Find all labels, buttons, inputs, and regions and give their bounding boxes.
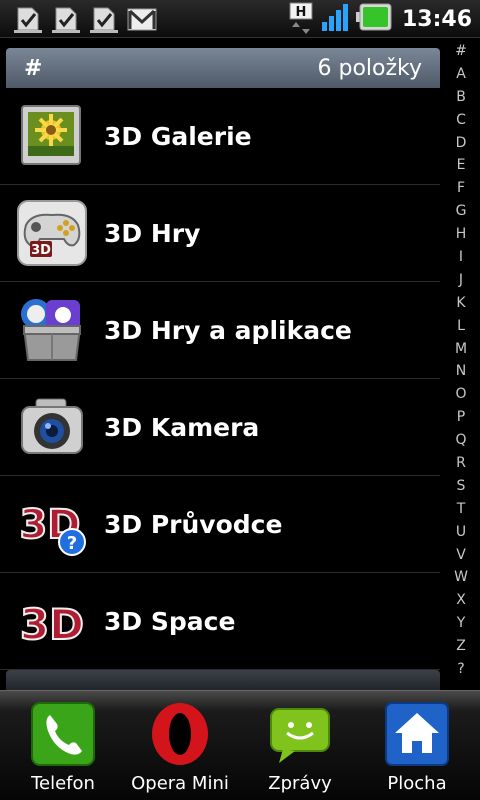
dock-label: Opera Mini bbox=[131, 773, 229, 794]
alphabet-index-letter[interactable]: K bbox=[446, 292, 476, 315]
alphabet-index-letter[interactable]: X bbox=[446, 589, 476, 612]
app-item-3d-kamera[interactable]: 3D Kamera bbox=[0, 379, 440, 476]
task-done-icon bbox=[88, 4, 120, 34]
alphabet-index-letter[interactable]: L bbox=[446, 315, 476, 338]
svg-text:?: ? bbox=[67, 533, 77, 554]
3d-help-icon: 3D ? bbox=[16, 488, 88, 560]
dock-label: Telefon bbox=[31, 773, 95, 794]
alphabet-index-letter[interactable]: C bbox=[446, 109, 476, 132]
alphabet-index-letter[interactable]: # bbox=[446, 40, 476, 63]
3d-logo-icon: 3D bbox=[16, 585, 88, 657]
network-type-label: H bbox=[296, 5, 307, 20]
app-label: 3D Hry bbox=[104, 218, 201, 248]
gmail-icon bbox=[126, 4, 158, 34]
app-label: 3D Průvodce bbox=[104, 509, 283, 539]
dock-label: Plocha bbox=[387, 773, 447, 794]
item-count: 6 položky bbox=[317, 55, 422, 81]
dock-item-opera-mini[interactable]: Opera Mini bbox=[125, 701, 235, 794]
alphabet-index-letter[interactable]: U bbox=[446, 521, 476, 544]
alphabet-index-letter[interactable]: T bbox=[446, 498, 476, 521]
app-item-3d-space[interactable]: 3D 3D Space bbox=[0, 573, 440, 670]
alphabet-index-letter[interactable]: P bbox=[446, 406, 476, 429]
app-label: 3D Galerie bbox=[104, 121, 252, 151]
next-section-header bbox=[6, 670, 440, 690]
alphabet-index-letter[interactable]: B bbox=[446, 86, 476, 109]
app-store-box-icon bbox=[16, 294, 88, 366]
app-list[interactable]: 3D Galerie 3D 3D Hry 3D Hry a aplikace 3… bbox=[0, 88, 440, 670]
dock-item-plocha[interactable]: Plocha bbox=[362, 701, 472, 794]
alphabet-index-letter[interactable]: J bbox=[446, 269, 476, 292]
app-item-3d-hry-a-aplikace[interactable]: 3D Hry a aplikace bbox=[0, 282, 440, 379]
alphabet-index-letter[interactable]: O bbox=[446, 383, 476, 406]
svg-text:3D: 3D bbox=[31, 243, 51, 258]
app-label: 3D Kamera bbox=[104, 412, 260, 442]
clock: 13:46 bbox=[401, 6, 472, 32]
section-letter: # bbox=[24, 55, 43, 81]
app-label: 3D Hry a aplikace bbox=[104, 315, 352, 345]
alphabet-index-letter[interactable]: R bbox=[446, 452, 476, 475]
alphabet-index-letter[interactable]: W bbox=[446, 566, 476, 589]
alphabet-index-letter[interactable]: V bbox=[446, 544, 476, 567]
dock-item-telefon[interactable]: Telefon bbox=[8, 701, 118, 794]
phone-icon bbox=[30, 701, 96, 767]
camera-icon bbox=[16, 391, 88, 463]
status-bar[interactable]: H 13:46 bbox=[0, 0, 480, 38]
alphabet-index-letter[interactable]: E bbox=[446, 154, 476, 177]
signal-strength-icon bbox=[320, 2, 350, 36]
alphabet-index-letter[interactable]: S bbox=[446, 475, 476, 498]
app-item-3d-pruvodce[interactable]: 3D ? 3D Průvodce bbox=[0, 476, 440, 573]
gamepad-icon: 3D bbox=[16, 197, 88, 269]
dock-item-zpravy[interactable]: Zprávy bbox=[245, 701, 355, 794]
section-header: # 6 položky bbox=[6, 48, 440, 88]
alphabet-index-letter[interactable]: H bbox=[446, 223, 476, 246]
opera-icon bbox=[147, 701, 213, 767]
gallery-icon bbox=[16, 100, 88, 172]
alphabet-index-letter[interactable]: Z bbox=[446, 635, 476, 658]
alphabet-index-letter[interactable]: N bbox=[446, 360, 476, 383]
alphabet-index-letter[interactable]: Y bbox=[446, 612, 476, 635]
alphabet-index-letter[interactable]: M bbox=[446, 338, 476, 361]
hspa-data-icon: H bbox=[288, 2, 314, 36]
dock-label: Zprávy bbox=[268, 773, 332, 794]
alphabet-index-letter[interactable]: D bbox=[446, 132, 476, 155]
battery-icon bbox=[355, 2, 392, 36]
alphabet-index-letter[interactable]: G bbox=[446, 200, 476, 223]
alphabet-index-letter[interactable]: A bbox=[446, 63, 476, 86]
alphabet-index-letter[interactable]: ? bbox=[446, 658, 476, 681]
alphabet-index-letter[interactable]: F bbox=[446, 177, 476, 200]
home-icon bbox=[384, 701, 450, 767]
messages-icon bbox=[267, 701, 333, 767]
app-item-3d-hry[interactable]: 3D 3D Hry bbox=[0, 185, 440, 282]
alphabet-index-letter[interactable]: Q bbox=[446, 429, 476, 452]
task-done-icon bbox=[12, 4, 44, 34]
app-label: 3D Space bbox=[104, 606, 236, 636]
dock: Telefon Opera Mini Zprávy Plocha bbox=[0, 690, 480, 800]
alphabet-index[interactable]: # A B C D E F G H I J K L M N O P Q R S T U V W X Y Z? bbox=[446, 40, 476, 690]
alphabet-index-letter[interactable]: I bbox=[446, 246, 476, 269]
task-done-icon bbox=[50, 4, 82, 34]
app-item-3d-galerie[interactable]: 3D Galerie bbox=[0, 88, 440, 185]
svg-text:3D: 3D bbox=[20, 600, 84, 649]
